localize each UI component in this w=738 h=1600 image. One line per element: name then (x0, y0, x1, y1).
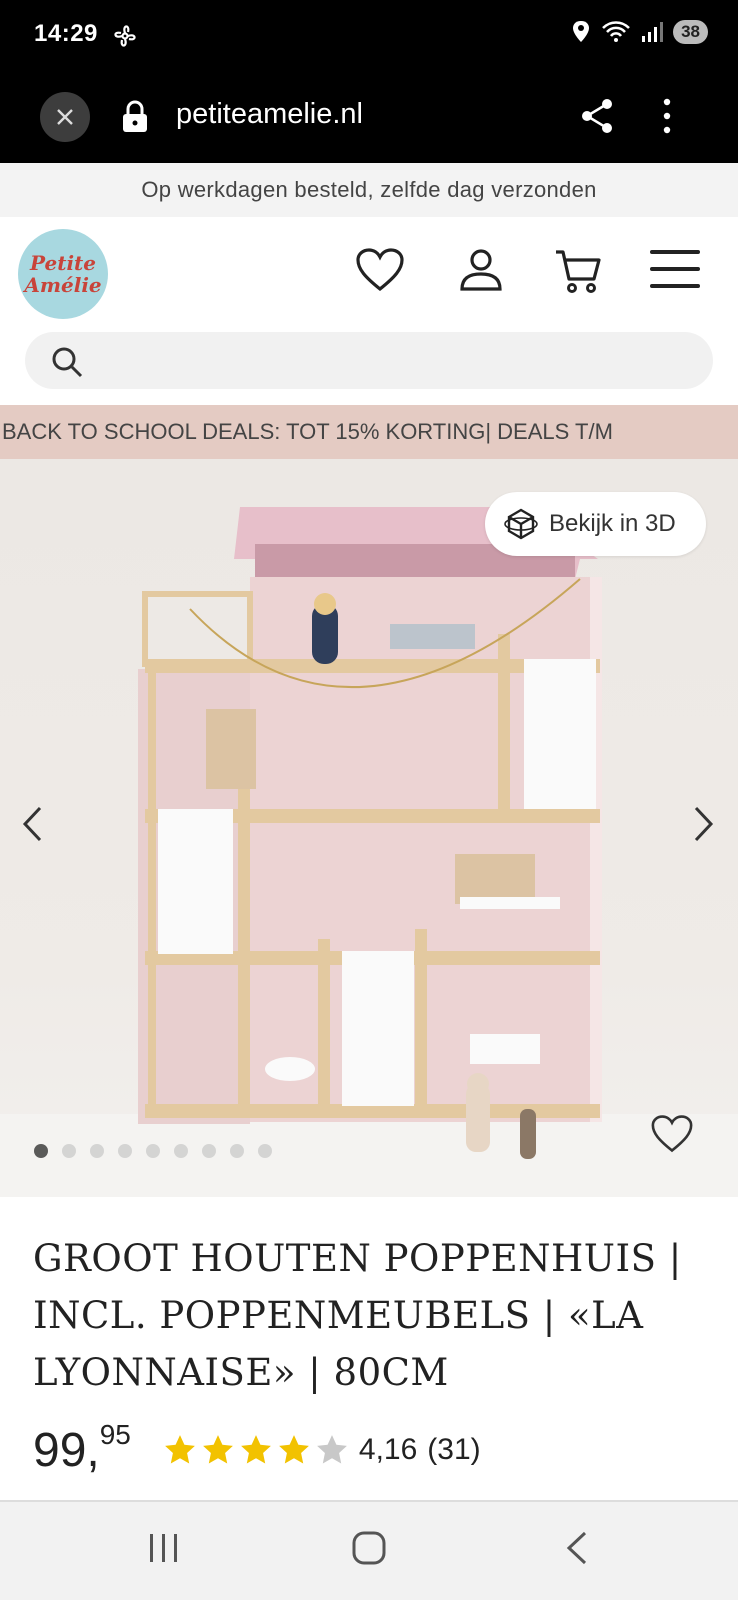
site-header: Petite Amélie (0, 217, 738, 327)
gallery-dot[interactable] (174, 1144, 188, 1158)
gallery-pagination (34, 1144, 272, 1158)
product-title: GROOT HOUTEN POPPENHUIS | INCL. POPPENME… (33, 1237, 682, 1394)
promo-text: BACK TO SCHOOL DEALS: TOT 15% KORTING| D… (2, 419, 613, 444)
gallery-dot[interactable] (90, 1144, 104, 1158)
logo-line-2: Amélie (24, 273, 102, 297)
search-input[interactable] (25, 332, 713, 389)
product-image-gallery[interactable]: Bekijk in 3D (0, 459, 738, 1197)
system-navigation-bar (0, 1502, 738, 1600)
gallery-dot[interactable] (34, 1144, 48, 1158)
back-icon[interactable] (563, 1530, 591, 1566)
view-3d-label: Bekijk in 3D (549, 510, 676, 537)
review-count[interactable]: (31) (427, 1433, 480, 1467)
star-rating[interactable] (163, 1433, 349, 1467)
site-logo[interactable]: Petite Amélie (18, 229, 108, 319)
gallery-dot[interactable] (258, 1144, 272, 1158)
gallery-dot[interactable] (118, 1144, 132, 1158)
star-filled-icon (241, 1435, 271, 1464)
gallery-prev-arrow-icon[interactable] (20, 804, 44, 844)
more-options-icon[interactable] (660, 98, 674, 134)
account-icon[interactable] (459, 247, 503, 293)
gallery-dot[interactable] (202, 1144, 216, 1158)
star-empty-icon (317, 1435, 347, 1464)
location-icon (573, 21, 590, 42)
promo-banner[interactable]: BACK TO SCHOOL DEALS: TOT 15% KORTING| D… (0, 405, 738, 459)
gallery-next-arrow-icon[interactable] (692, 804, 716, 844)
rating-value: 4,16 (358, 1433, 418, 1466)
close-icon (57, 109, 73, 125)
cart-icon[interactable] (554, 247, 602, 295)
status-bar: 14:29 38 (0, 0, 738, 70)
recent-apps-icon[interactable] (146, 1530, 182, 1566)
browser-url-bar: petiteamelie.nl (0, 70, 738, 163)
view-3d-button[interactable]: Bekijk in 3D (485, 492, 706, 556)
battery-indicator: 38 (673, 20, 708, 44)
share-icon[interactable] (580, 98, 614, 134)
signal-icon (642, 22, 664, 42)
lock-icon (123, 100, 147, 132)
product-price: 99,95 (33, 1419, 131, 1478)
gallery-dot[interactable] (230, 1144, 244, 1158)
gallery-dot[interactable] (146, 1144, 160, 1158)
menu-icon[interactable] (650, 250, 700, 288)
wifi-icon (602, 21, 630, 42)
shipping-banner: Op werkdagen besteld, zelfde dag verzond… (0, 163, 738, 217)
url-text[interactable]: petiteamelie.nl (176, 98, 363, 131)
star-filled-icon (203, 1435, 233, 1464)
star-filled-icon (279, 1435, 309, 1464)
close-tab-button[interactable] (40, 92, 90, 142)
price-main: 99, (33, 1423, 100, 1477)
price-cents: 95 (99, 1418, 131, 1450)
dollhouse-illustration (138, 507, 602, 1159)
wishlist-heart-icon[interactable] (355, 247, 405, 293)
status-time: 14:29 (34, 20, 98, 47)
price-rating-row: 99,95 4,16 (31) (33, 1419, 481, 1480)
star-filled-icon (165, 1435, 195, 1464)
logo-line-1: Petite (29, 251, 97, 275)
gallery-dot[interactable] (62, 1144, 76, 1158)
home-icon[interactable] (351, 1530, 387, 1566)
favorite-heart-icon[interactable] (650, 1114, 694, 1154)
search-icon (52, 347, 83, 378)
3d-cube-icon (504, 508, 538, 540)
fan-icon (114, 25, 136, 47)
